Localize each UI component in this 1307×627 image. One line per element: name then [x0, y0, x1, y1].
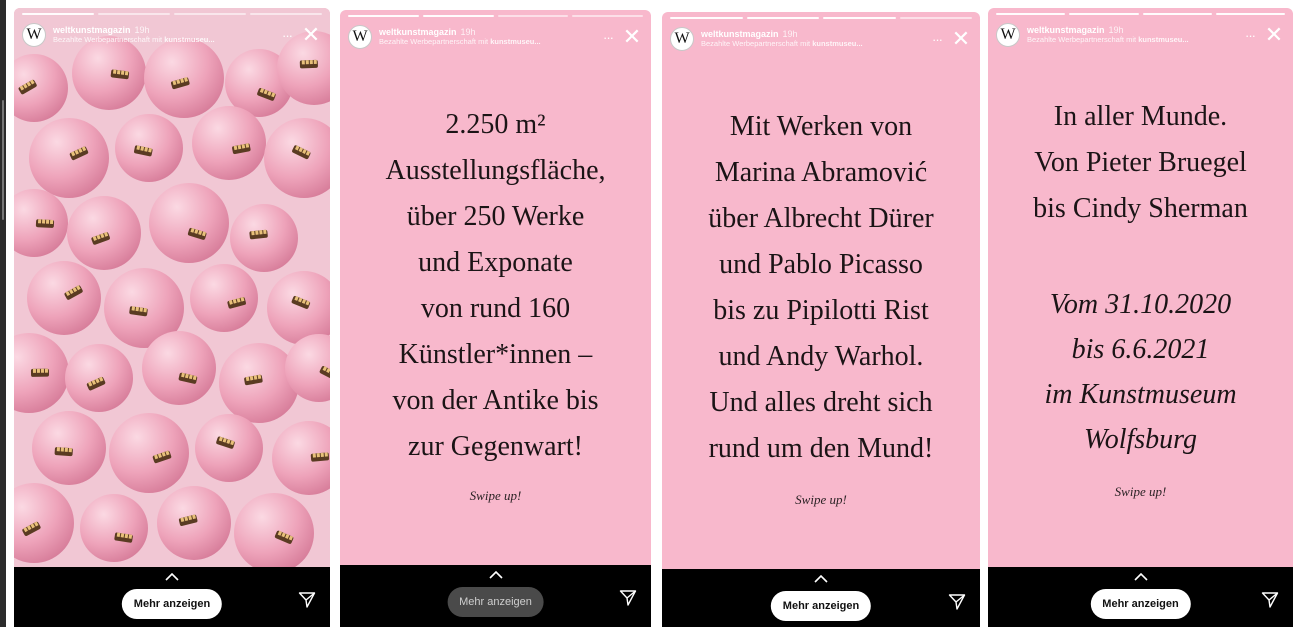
post-time: 19h	[782, 29, 798, 39]
send-icon[interactable]	[298, 591, 316, 609]
story-footer: Mehr anzeigen	[662, 569, 980, 627]
mehr-anzeigen-button[interactable]: Mehr anzeigen	[770, 591, 872, 621]
chevron-up-icon[interactable]	[165, 573, 179, 581]
story-text-line: Und alles dreht sich	[709, 387, 933, 418]
sponsor-label: Bezahlte Werbepartnerschaft mit	[53, 35, 163, 44]
account-avatar[interactable]: W	[670, 27, 694, 51]
sponsor-brand[interactable]: kunstmuseu...	[164, 35, 214, 44]
story-text-line: bis zu Pipilotti Rist	[713, 295, 929, 326]
post-time: 19h	[1108, 25, 1124, 35]
swipe-up-label: Swipe up!	[795, 492, 847, 507]
story-text-line: von rund 160	[420, 293, 571, 324]
story-text-headline: In aller Munde. Von Pieter Bruegel bis C…	[988, 94, 1293, 232]
swipe-up-label: Swipe up!	[1114, 484, 1167, 499]
story-header: W weltkunstmagazin 19h Bezahlte Werbepart…	[996, 20, 1285, 50]
story-text-line: Vom 31.10.2020	[1049, 289, 1232, 320]
story-text-line: von der Antike bis	[392, 385, 599, 416]
sponsor-brand[interactable]: kunstmuseu...	[1138, 35, 1188, 44]
story-header: W weltkunstmagazin 19h Bezahlte Werbepart…	[670, 24, 972, 54]
story-text-line: über 250 Werke	[406, 201, 585, 232]
account-name[interactable]: weltkunstmagazin	[379, 27, 457, 37]
story-text-dates: Vom 31.10.2020 bis 6.6.2021 im Kunstmuse…	[988, 282, 1293, 462]
story-panel-1[interactable]: W weltkunstmagazin 19h Bezahlte Werbepart…	[14, 8, 330, 627]
close-icon[interactable]: ✕	[621, 26, 643, 48]
story-panel-2[interactable]: W weltkunstmagazin 19h Bezahlte Werbepart…	[340, 10, 651, 627]
story-text-line: bis Cindy Sherman	[1033, 193, 1248, 224]
window-edge	[0, 0, 6, 627]
post-time: 19h	[460, 27, 476, 37]
close-icon[interactable]: ✕	[950, 28, 972, 50]
story-text-line: Wolfsburg	[1083, 424, 1198, 455]
post-time: 19h	[134, 25, 150, 35]
story-progress-bar	[670, 17, 972, 20]
send-icon[interactable]	[619, 589, 637, 607]
story-progress-bar	[348, 15, 643, 18]
story-text-line: Künstler*innen –	[398, 339, 593, 370]
story-text-line: Marina Abramović	[714, 157, 928, 188]
sponsor-brand[interactable]: kunstmuseu...	[812, 39, 862, 48]
story-text-line: Mit Werken von	[729, 111, 913, 142]
story-text-line: Von Pieter Bruegel	[1034, 147, 1247, 178]
send-icon[interactable]	[1261, 591, 1279, 609]
more-options-icon[interactable]: ···	[278, 28, 296, 43]
sponsor-brand[interactable]: kunstmuseu...	[490, 37, 540, 46]
account-name[interactable]: weltkunstmagazin	[1027, 25, 1105, 35]
story-header: W weltkunstmagazin 19h Bezahlte Werbepart…	[22, 20, 322, 50]
more-options-icon[interactable]: ···	[1241, 28, 1259, 43]
sponsor-label: Bezahlte Werbepartnerschaft mit	[701, 39, 811, 48]
story-progress-bar	[996, 13, 1285, 16]
sponsor-label: Bezahlte Werbepartnerschaft mit	[1027, 35, 1137, 44]
story-text-line: bis 6.6.2021	[1071, 334, 1210, 365]
mehr-anzeigen-button[interactable]: Mehr anzeigen	[1090, 589, 1191, 619]
sponsor-label: Bezahlte Werbepartnerschaft mit	[379, 37, 489, 46]
story-text: Mit Werken von Marina Abramović über Alb…	[662, 104, 980, 472]
account-avatar[interactable]: W	[996, 23, 1020, 47]
story-progress-bar	[22, 13, 322, 16]
story-footer: Mehr anzeigen	[988, 567, 1293, 627]
mehr-anzeigen-button[interactable]: Mehr anzeigen	[447, 587, 544, 617]
close-icon[interactable]: ✕	[1263, 24, 1285, 46]
chevron-up-icon[interactable]	[814, 575, 828, 583]
close-icon[interactable]: ✕	[300, 24, 322, 46]
story-text: 2.250 m² Ausstellungsfläche, über 250 We…	[340, 102, 651, 470]
account-avatar[interactable]: W	[348, 25, 372, 49]
chevron-up-icon[interactable]	[1133, 573, 1148, 581]
story-photo-pink-apples-with-teeth	[14, 8, 330, 567]
story-panel-3[interactable]: W weltkunstmagazin 19h Bezahlte Werbepart…	[662, 12, 980, 627]
account-name[interactable]: weltkunstmagazin	[701, 29, 779, 39]
story-text-line: im Kunstmuseum	[1044, 379, 1237, 410]
more-options-icon[interactable]: ···	[928, 32, 946, 47]
story-text-line: Ausstellungsfläche,	[385, 155, 606, 186]
swipe-up-label: Swipe up!	[469, 488, 522, 503]
account-avatar[interactable]: W	[22, 23, 46, 47]
story-text-line: zur Gegenwart!	[408, 431, 583, 462]
story-text-line: und Pablo Picasso	[719, 249, 923, 280]
more-options-icon[interactable]: ···	[599, 30, 617, 45]
story-header: W weltkunstmagazin 19h Bezahlte Werbepart…	[348, 22, 643, 52]
story-text-line: über Albrecht Dürer	[708, 203, 934, 234]
chevron-up-icon[interactable]	[488, 571, 503, 579]
account-name[interactable]: weltkunstmagazin	[53, 25, 131, 35]
send-icon[interactable]	[948, 593, 966, 611]
story-text-line: 2.250 m²	[445, 109, 546, 140]
story-footer: Mehr anzeigen	[14, 567, 330, 627]
story-panel-4[interactable]: W weltkunstmagazin 19h Bezahlte Werbepart…	[988, 8, 1293, 627]
story-text-line: In aller Munde.	[1053, 101, 1228, 132]
story-text-line: und Exponate	[418, 247, 573, 278]
story-footer: Mehr anzeigen	[340, 565, 651, 627]
story-text-line: rund um den Mund!	[708, 433, 934, 464]
mehr-anzeigen-button[interactable]: Mehr anzeigen	[121, 589, 223, 619]
story-text-line: und Andy Warhol.	[718, 341, 924, 372]
